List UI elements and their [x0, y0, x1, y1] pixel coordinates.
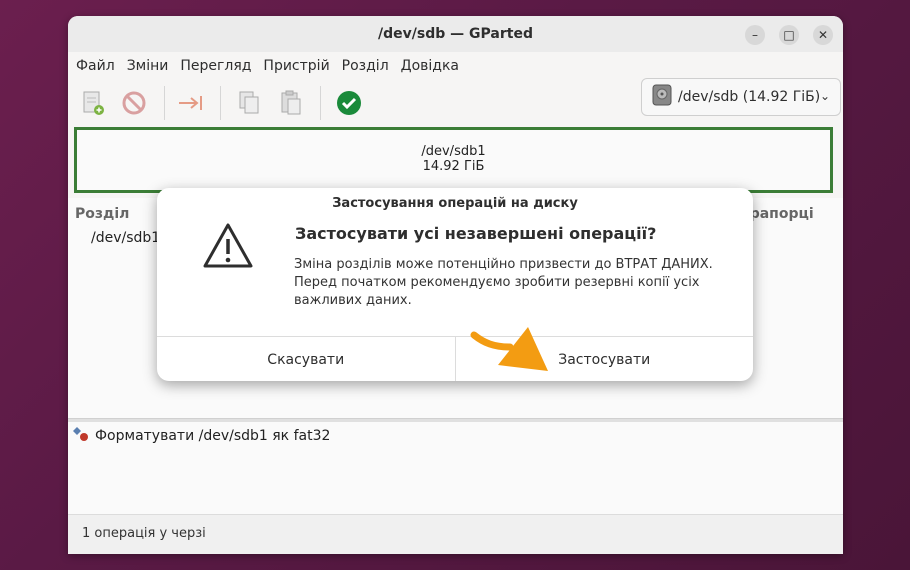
menu-edit[interactable]: Зміни: [121, 58, 175, 74]
dialog-heading: Застосувати усі незавершені операції?: [295, 224, 657, 243]
menu-partition[interactable]: Розділ: [336, 58, 395, 74]
resize-move-icon[interactable]: [176, 88, 206, 118]
table-row-partition[interactable]: /dev/sdb1: [91, 230, 160, 246]
new-partition-icon[interactable]: [78, 88, 108, 118]
menu-view[interactable]: Перегляд: [174, 58, 257, 74]
apply-icon[interactable]: [334, 88, 364, 118]
format-operation-icon: [72, 426, 90, 446]
device-selector-label: /dev/sdb (14.92 ГіБ): [678, 89, 821, 105]
disk-map-partition-size: 14.92 ГіБ: [422, 159, 485, 174]
menu-device[interactable]: Пристрій: [257, 58, 335, 74]
minimize-button[interactable]: –: [745, 25, 765, 45]
titlebar: /dev/sdb — GParted – □ ✕: [68, 16, 843, 52]
pointer-arrow-icon: [470, 327, 548, 371]
dialog-title: Застосування операцій на диску: [332, 196, 578, 211]
menubar: Файл Зміни Перегляд Пристрій Розділ Дові…: [68, 52, 843, 80]
disk-icon: [652, 84, 672, 110]
paste-icon[interactable]: [276, 88, 306, 118]
menu-file[interactable]: Файл: [70, 58, 121, 74]
warning-icon: [202, 222, 254, 270]
column-header-partition[interactable]: Розділ: [75, 206, 129, 222]
status-text: 1 операція у черзі: [82, 526, 206, 541]
disk-map-partition[interactable]: /dev/sdb1 14.92 ГіБ: [74, 127, 833, 193]
maximize-button[interactable]: □: [779, 25, 799, 45]
dialog-buttons: Скасувати Застосувати: [157, 336, 753, 381]
delete-icon[interactable]: [119, 88, 149, 118]
list-item-operation[interactable]: Форматувати /dev/sdb1 як fat32: [72, 426, 330, 446]
cancel-button[interactable]: Скасувати: [157, 337, 456, 381]
copy-icon[interactable]: [234, 88, 264, 118]
apply-operations-dialog: Застосування операцій на диску Застосува…: [157, 188, 753, 381]
window-title: /dev/sdb — GParted: [378, 26, 533, 42]
operations-list: Форматувати /dev/sdb1 як fat32: [68, 422, 843, 514]
close-button[interactable]: ✕: [813, 25, 833, 45]
menu-help[interactable]: Довідка: [395, 58, 465, 74]
device-selector[interactable]: /dev/sdb (14.92 ГіБ) ⌄: [641, 78, 841, 116]
chevron-down-icon: ⌄: [819, 89, 830, 103]
operation-text: Форматувати /dev/sdb1 як fat32: [95, 428, 331, 444]
toolbar: /dev/sdb (14.92 ГіБ) ⌄: [68, 78, 843, 124]
disk-map-partition-name: /dev/sdb1: [421, 144, 486, 159]
statusbar: 1 операція у черзі: [68, 514, 843, 554]
dialog-body: Зміна розділів може потенційно призвести…: [294, 257, 713, 308]
